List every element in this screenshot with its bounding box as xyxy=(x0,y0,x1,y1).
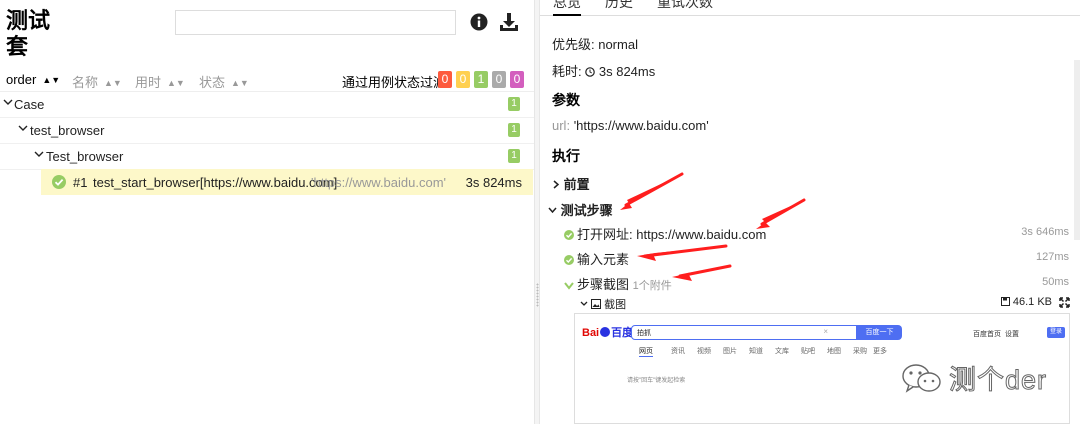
step-open-url[interactable]: 打开网址: https://www.baidu.com xyxy=(564,224,766,243)
baidu-search-input: 拍抓 × xyxy=(631,325,857,340)
attachment-name: 截图 xyxy=(604,299,627,311)
baidu-tab: 知道 xyxy=(749,348,763,355)
baidu-tab: 更多 xyxy=(873,348,887,355)
chevron-down-icon xyxy=(18,125,28,131)
passed-check-icon xyxy=(564,230,574,240)
step-duration: 3s 646ms xyxy=(1021,226,1069,238)
case-duration: 3s 824ms xyxy=(465,175,522,190)
tree-node-label: test_browser xyxy=(30,123,105,138)
duration-line: 耗时: 3s 824ms xyxy=(552,64,656,79)
tree-node-label: Case xyxy=(14,97,45,112)
baidu-tab: 资讯 xyxy=(671,348,685,355)
clock-icon xyxy=(585,67,596,77)
steps-section[interactable]: 测试步骤 xyxy=(548,200,613,219)
passed-check-icon xyxy=(564,255,574,265)
step-input-element[interactable]: 输入元素 xyxy=(564,249,629,268)
detail-tabs: 总览 历史 重试次数 xyxy=(540,0,1080,16)
chevron-right-icon xyxy=(553,180,560,189)
search-input[interactable] xyxy=(175,10,456,35)
baidu-empty-hint: 请按"回车"键发起检索 xyxy=(627,378,686,384)
case-parameter: 'https://www.baidu.com' xyxy=(311,175,447,190)
step-duration: 127ms xyxy=(1035,251,1069,263)
tree-node-test-browser-class[interactable]: Test_browser 1 xyxy=(0,144,534,170)
baidu-settings-link: 设置 xyxy=(1005,331,1019,338)
sort-duration[interactable]: 用时 ▲▼ xyxy=(135,72,185,91)
watermark-text: 测个der xyxy=(948,365,1048,396)
step-duration: 50ms xyxy=(1042,276,1069,288)
filter-broken[interactable]: 0 xyxy=(456,71,470,88)
baidu-tab: 文库 xyxy=(775,348,789,355)
execution-heading: 执行 xyxy=(552,148,580,164)
passed-check-icon xyxy=(52,175,66,189)
expand-icon[interactable] xyxy=(1059,297,1070,308)
attachment-row[interactable]: 截图 46.1 KB xyxy=(580,296,1070,312)
attachment-size: 46.1 KB xyxy=(1000,296,1052,308)
baidu-tab: 地图 xyxy=(827,348,841,355)
chevron-down-icon xyxy=(548,207,557,214)
baidu-search-button: 百度一下 xyxy=(857,325,902,340)
params-heading: 参数 xyxy=(552,92,580,108)
tab-overview[interactable]: 总览 xyxy=(553,0,581,16)
priority-line: 优先级: normal xyxy=(552,37,638,52)
filter-unknown[interactable]: 0 xyxy=(510,71,524,88)
filter-passed[interactable]: 1 xyxy=(474,71,488,88)
setup-section[interactable]: 前置 xyxy=(552,174,590,193)
filter-failed[interactable]: 0 xyxy=(438,71,452,88)
tree-node-label: Test_browser xyxy=(46,149,124,164)
clear-icon: × xyxy=(823,327,828,336)
chevron-down-icon xyxy=(564,282,574,290)
tree-node-test-browser[interactable]: test_browser 1 xyxy=(0,118,534,144)
tree-node-case[interactable]: Case 1 xyxy=(0,92,534,118)
baidu-logo: Bai 百度 xyxy=(582,327,634,339)
info-icon[interactable] xyxy=(470,13,488,31)
baidu-tab: 采购 xyxy=(853,348,867,355)
param-row: url: 'https://www.baidu.com' xyxy=(552,118,709,133)
count-badge: 1 xyxy=(508,97,520,111)
chevron-down-icon xyxy=(34,151,44,157)
baidu-home-link: 百度首页 xyxy=(973,331,1001,338)
tab-history[interactable]: 历史 xyxy=(605,0,633,12)
sort-bar: order ▲▼ 名称 ▲▼ 用时 ▲▼ 状态 ▲▼ 通过用例状态过滤: 0 0 1 0… xyxy=(0,68,534,92)
tab-retries[interactable]: 重试次数 xyxy=(657,0,713,12)
count-badge: 1 xyxy=(508,123,520,137)
test-case-row[interactable]: #1 test_start_browser[https://www.baidu.… xyxy=(41,169,533,195)
save-icon xyxy=(1000,297,1010,306)
test-tree-pane: 测试套 order ▲▼ 名称 ▲▼ 用时 ▲▼ 状态 ▲▼ 通过用例状态过滤: 0 0… xyxy=(0,0,534,424)
baidu-tab: 贴吧 xyxy=(801,348,815,355)
baidu-tab: 图片 xyxy=(723,348,737,355)
wechat-icon xyxy=(902,364,941,393)
filter-skipped[interactable]: 0 xyxy=(492,71,506,88)
download-icon[interactable] xyxy=(499,12,519,32)
paw-icon xyxy=(600,327,611,337)
baidu-login-button: 登录 xyxy=(1047,327,1065,338)
baidu-tab: 网页 xyxy=(639,348,653,357)
chevron-down-icon xyxy=(580,301,588,306)
count-badge: 1 xyxy=(508,149,520,163)
case-number: #1 xyxy=(73,175,88,190)
baidu-tab: 视频 xyxy=(697,348,711,355)
sort-status[interactable]: 状态 ▲▼ xyxy=(199,72,249,91)
sort-name[interactable]: 名称 ▲▼ xyxy=(72,72,122,91)
suite-title: 测试套 xyxy=(6,8,51,59)
status-filter-label: 通过用例状态过滤: xyxy=(342,75,450,90)
detail-scrollbar[interactable] xyxy=(1074,60,1080,240)
step-screenshot[interactable]: 步骤截图 1个附件 xyxy=(564,274,672,293)
sort-order[interactable]: order ▲▼ xyxy=(6,72,60,87)
chevron-down-icon xyxy=(3,99,13,105)
case-name: test_start_browser[https://www.baidu.com… xyxy=(93,175,338,190)
drag-handle[interactable] xyxy=(536,283,539,307)
image-file-icon xyxy=(591,299,602,309)
